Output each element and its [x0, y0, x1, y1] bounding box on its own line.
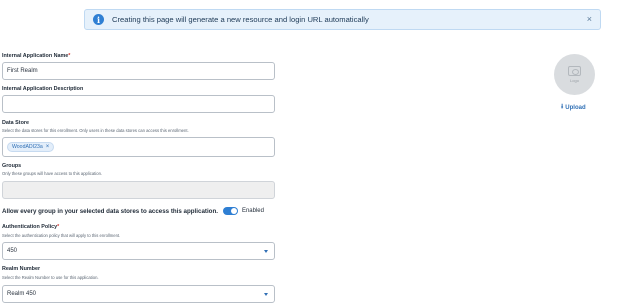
groups-label: Groups	[2, 163, 22, 169]
allow-every-group-label: Allow every group in your selected data …	[2, 207, 218, 215]
data-store-help: Select the data stores for this enrollme…	[2, 128, 189, 133]
realm-number-value: Realm 450	[7, 291, 37, 297]
groups-input	[2, 181, 275, 199]
logo-placeholder-text: Logo	[570, 78, 579, 83]
app-description-input[interactable]	[2, 95, 275, 113]
required-mark: *	[57, 224, 60, 230]
auth-policy-help: Select the authentication policy that wi…	[2, 233, 121, 238]
data-store-input[interactable]: WoodADI23a ×	[2, 137, 275, 157]
realm-number-label: Realm Number	[2, 266, 41, 272]
app-name-input[interactable]: First Realm	[2, 62, 275, 80]
close-icon[interactable]: ×	[587, 14, 592, 24]
auth-policy-value: 450	[7, 248, 18, 254]
auth-policy-select[interactable]: 450	[2, 242, 275, 260]
chevron-down-icon	[264, 293, 268, 296]
realm-number-help: Select the Realm Number to use for this …	[2, 275, 99, 280]
allow-every-group-toggle[interactable]	[222, 207, 238, 215]
required-mark: *	[68, 53, 71, 59]
image-icon	[568, 66, 581, 76]
chip-label: WoodADI23a	[12, 144, 43, 150]
upload-label: Upload	[565, 104, 586, 111]
banner-message: Creating this page will generate a new r…	[112, 15, 369, 24]
data-store-label: Data Store	[2, 120, 29, 126]
logo-placeholder: Logo	[554, 54, 595, 95]
realm-number-select[interactable]: Realm 450	[2, 285, 275, 303]
upload-icon: ⭳	[561, 103, 564, 110]
upload-button[interactable]: ⭳ Upload	[561, 102, 586, 113]
app-description-label: Internal Application Description	[2, 86, 84, 92]
app-name-label: Internal Application Name*	[2, 53, 71, 59]
allow-every-group-row: Allow every group in your selected data …	[2, 207, 264, 215]
chevron-down-icon	[264, 250, 268, 253]
app-name-value: First Realm	[7, 68, 38, 74]
chip-remove-icon[interactable]: ×	[46, 144, 50, 150]
toggle-state-text: Enabled	[241, 208, 264, 214]
auth-policy-label: Authentication Policy*	[2, 224, 60, 230]
info-icon: i	[93, 14, 104, 25]
groups-help: Only these groups will have access to th…	[2, 171, 103, 176]
info-banner: i Creating this page will generate a new…	[84, 9, 601, 30]
data-store-chip: WoodADI23a ×	[7, 142, 55, 152]
toggle-knob	[230, 208, 237, 214]
